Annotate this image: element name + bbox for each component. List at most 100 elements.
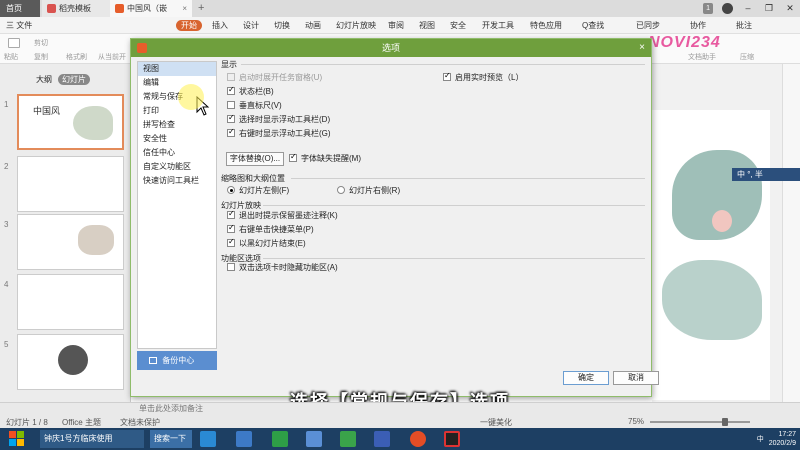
checkbox[interactable] xyxy=(227,263,235,271)
avatar[interactable] xyxy=(722,3,733,14)
app-icon[interactable] xyxy=(272,431,288,447)
menu-start[interactable]: 开始 xyxy=(176,20,202,31)
tab-document[interactable]: 中国风（嵌入）.pptx × xyxy=(110,0,192,30)
slide-thumbnail[interactable] xyxy=(17,274,124,330)
checkbox[interactable] xyxy=(227,101,235,109)
radio-button[interactable] xyxy=(337,186,345,194)
window-count-badge[interactable]: 1 xyxy=(703,3,713,14)
checkbox[interactable] xyxy=(289,152,297,162)
new-tab-icon[interactable]: + xyxy=(198,0,204,17)
option-float-toolbar-rclick[interactable]: 右键时显示浮动工具栏(G) xyxy=(227,127,331,139)
menu-slideshow[interactable]: 幻灯片放映 xyxy=(336,20,376,31)
taskbar-app[interactable]: 钟庆1号方临床使用 xyxy=(40,430,144,448)
slide-thumbnail[interactable] xyxy=(17,214,124,270)
option-font-missing[interactable]: 字体缺失提醒(M) xyxy=(289,152,361,164)
from-current-label[interactable]: 从当前开 xyxy=(98,52,126,62)
radio-slide-left[interactable]: 幻灯片左侧(F) xyxy=(227,186,289,196)
record-icon[interactable] xyxy=(444,431,460,447)
menu-design[interactable]: 设计 xyxy=(243,20,259,31)
copy-label[interactable]: 复制 xyxy=(34,52,48,62)
category-custom-ribbon[interactable]: 自定义功能区 xyxy=(138,160,216,174)
wps-writer-icon[interactable] xyxy=(374,431,390,447)
slide-thumbnail[interactable] xyxy=(17,156,124,212)
menu-search[interactable]: Q查找 xyxy=(582,20,604,31)
ime-status-bar[interactable]: 中 °, 半 xyxy=(732,168,800,181)
category-quick-access[interactable]: 快速访问工具栏 xyxy=(138,174,216,188)
ime-tray[interactable]: 中 xyxy=(757,434,764,444)
doc-assist-label[interactable]: 文档助手 xyxy=(688,52,716,62)
explorer-icon[interactable] xyxy=(236,431,252,447)
option-black-end[interactable]: 以黑幻灯片结束(E) xyxy=(227,237,306,249)
close-dialog-icon[interactable]: × xyxy=(639,39,645,57)
tab-outline[interactable]: 大纲 xyxy=(36,74,52,85)
checkbox[interactable] xyxy=(443,71,451,81)
option-hide-ribbon[interactable]: 双击选项卡时隐藏功能区(A) xyxy=(227,263,338,273)
cut-label[interactable]: 剪切 xyxy=(34,38,48,48)
menu-features[interactable]: 特色应用 xyxy=(530,20,562,31)
tab-template[interactable]: 稻壳模板 xyxy=(42,0,110,17)
zoom-slider-handle[interactable] xyxy=(722,418,728,426)
menu-animation[interactable]: 动画 xyxy=(305,20,321,31)
beautify-button[interactable]: 一键美化 xyxy=(480,417,512,428)
category-edit[interactable]: 编辑 xyxy=(138,76,216,90)
chrome-icon[interactable] xyxy=(410,431,426,447)
compress-label[interactable]: 压缩 xyxy=(740,52,754,62)
checkbox[interactable] xyxy=(227,209,235,219)
menu-security[interactable]: 安全 xyxy=(450,20,466,31)
protect-status[interactable]: 文档未保护 xyxy=(120,417,160,428)
menu-transition[interactable]: 切换 xyxy=(274,20,290,31)
slide-thumbnail[interactable]: 中国风 xyxy=(17,94,124,150)
option-float-toolbar-select[interactable]: 选择时显示浮动工具栏(D) xyxy=(227,113,330,125)
browser-icon[interactable] xyxy=(340,431,356,447)
checkbox[interactable] xyxy=(227,85,235,95)
menu-file[interactable]: 三 文件 xyxy=(6,20,32,31)
cloud-icon[interactable] xyxy=(306,431,322,447)
option-vertical-ruler[interactable]: 垂直标尺(V) xyxy=(227,101,282,111)
menu-insert[interactable]: 插入 xyxy=(212,20,228,31)
close-tab-icon[interactable]: × xyxy=(182,0,187,17)
close-window-icon[interactable]: ✕ xyxy=(784,3,796,14)
windows-start-icon[interactable] xyxy=(9,431,25,447)
clock[interactable]: 17:27 2020/2/9 xyxy=(769,430,796,448)
checkbox[interactable] xyxy=(227,237,235,247)
tab-home[interactable]: 首页 xyxy=(0,0,40,17)
ok-button[interactable]: 确定 xyxy=(563,371,609,385)
lotus-flower-art xyxy=(712,210,732,232)
font-replace-button[interactable]: 字体替换(O)... xyxy=(226,152,284,166)
radio-slide-right[interactable]: 幻灯片右侧(R) xyxy=(337,186,400,196)
option-label: 双击选项卡时隐藏功能区(A) xyxy=(239,263,338,272)
format-painter-label[interactable]: 格式刷 xyxy=(66,52,87,62)
option-live-preview[interactable]: 启用实时预览（L） xyxy=(443,71,523,83)
checkbox[interactable] xyxy=(227,223,235,233)
option-keep-ink[interactable]: 退出时提示保留墨迹注释(K) xyxy=(227,209,338,221)
slide-preview[interactable] xyxy=(652,110,770,400)
slide-thumbnail[interactable] xyxy=(17,334,124,390)
menu-devtools[interactable]: 开发工具 xyxy=(482,20,514,31)
add-note-placeholder[interactable]: 单击此处添加备注 xyxy=(139,403,203,414)
sync-status[interactable]: 已同步 xyxy=(636,20,660,31)
menu-bar: 三 文件 开始 插入 设计 切换 动画 幻灯片放映 审阅 视图 安全 开发工具 … xyxy=(0,17,800,34)
cancel-button[interactable]: 取消 xyxy=(613,371,659,385)
collab-button[interactable]: 协作 xyxy=(690,20,706,31)
category-spellcheck[interactable]: 拼写检查 xyxy=(138,118,216,132)
lotus-art xyxy=(73,106,113,140)
menu-view[interactable]: 视图 xyxy=(419,20,435,31)
paste-icon[interactable] xyxy=(8,38,20,48)
option-rclick-menu[interactable]: 右键单击快捷菜单(P) xyxy=(227,223,314,235)
category-trust-center[interactable]: 信任中心 xyxy=(138,146,216,160)
maximize-icon[interactable]: ❐ xyxy=(763,3,775,14)
comment-button[interactable]: 批注 xyxy=(736,20,752,31)
category-security[interactable]: 安全性 xyxy=(138,132,216,146)
tab-slides[interactable]: 幻灯片 xyxy=(58,74,90,85)
checkbox[interactable] xyxy=(227,113,235,123)
zoom-slider[interactable] xyxy=(650,421,750,423)
option-statusbar[interactable]: 状态栏(B) xyxy=(227,85,274,97)
category-view[interactable]: 视图 xyxy=(138,62,216,76)
backup-center-button[interactable]: 备份中心 xyxy=(137,351,217,370)
minimize-icon[interactable]: – xyxy=(742,3,754,14)
radio-button[interactable] xyxy=(227,186,235,194)
checkbox[interactable] xyxy=(227,127,235,137)
menu-review[interactable]: 审阅 xyxy=(388,20,404,31)
taskbar-search[interactable]: 搜索一下 xyxy=(150,430,192,448)
ie-icon[interactable] xyxy=(200,431,216,447)
